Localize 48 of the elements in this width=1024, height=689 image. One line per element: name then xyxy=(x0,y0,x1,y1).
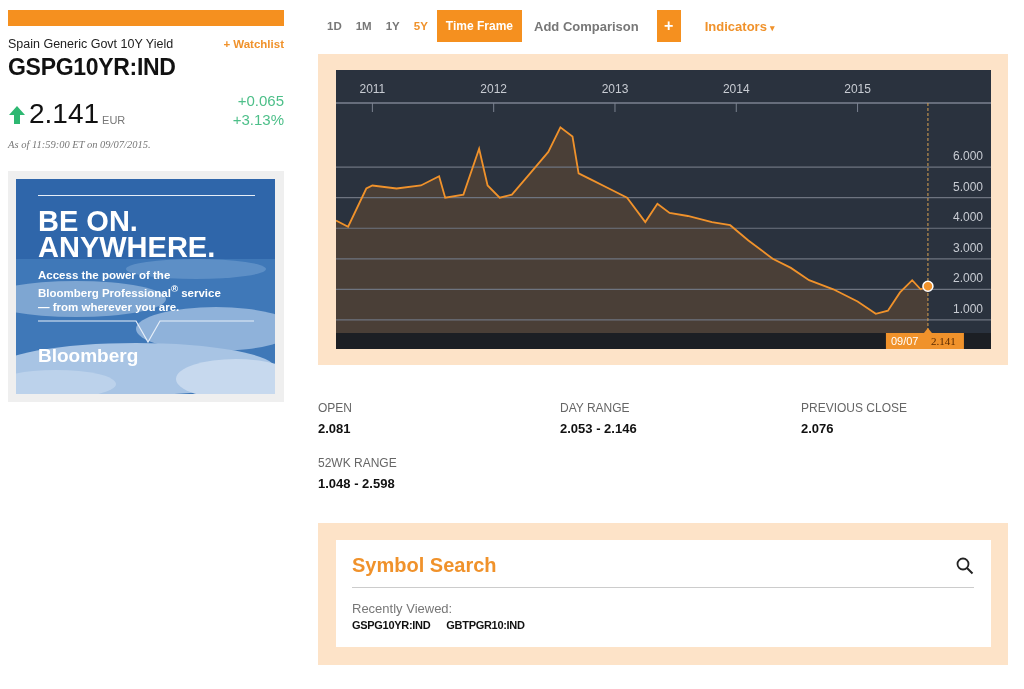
stat-label: OPEN xyxy=(318,401,353,415)
y-axis-label: 4.000 xyxy=(952,210,983,225)
stat-value: 2.053 - 2.146 xyxy=(560,421,638,436)
recent-symbol-link[interactable]: GSPG10YR:IND xyxy=(352,619,431,631)
caret-icon: ▾ xyxy=(770,22,776,33)
range-tab[interactable]: 1Y xyxy=(380,16,405,36)
brand-name: Bloomberg xyxy=(38,344,140,367)
stat-value: 2.076 xyxy=(801,421,835,436)
x-axis-label: 2011 xyxy=(359,82,386,96)
y-axis-label: 1.000 xyxy=(952,301,983,316)
y-axis-label: 5.000 xyxy=(952,179,983,194)
stat-label: DAY RANGE xyxy=(560,401,631,415)
stat-label: 52WK RANGE xyxy=(318,456,398,470)
stat-value: 2.081 xyxy=(318,421,352,436)
currency-label: EUR xyxy=(102,114,126,126)
x-axis-label: 2012 xyxy=(480,82,508,96)
range-tab[interactable]: 1M xyxy=(350,16,377,36)
change-value: +0.065 xyxy=(236,91,284,110)
flag-value: 2.141 xyxy=(930,335,956,347)
flag-date: 09/07 xyxy=(890,335,919,347)
recent-label: Recently Viewed: xyxy=(352,601,454,616)
range-tab[interactable]: 1D xyxy=(322,16,347,36)
y-axis-label: 2.000 xyxy=(952,271,983,286)
indicators-button[interactable]: Indicators ▾ xyxy=(698,17,782,35)
x-axis-label: 2015 xyxy=(844,82,871,96)
x-axis-label: 2013 xyxy=(601,82,629,96)
watchlist-link[interactable]: + Watchlist xyxy=(223,38,284,50)
time-frame-button[interactable]: Time Frame xyxy=(436,10,522,42)
search-icon[interactable] xyxy=(956,556,974,575)
add-comparison-button[interactable]: Add Comparison xyxy=(526,12,647,40)
ad-text: Access the power of the Bloomberg Professional$^{®}$ service — from wherever you are. xyxy=(38,268,222,314)
recent-symbol-link[interactable]: GBTPGR10:IND xyxy=(446,619,525,631)
stat-value: 1.048 - 2.598 xyxy=(318,476,396,491)
range-tab[interactable]: 5Y xyxy=(408,16,433,36)
x-axis-label: 2014 xyxy=(722,82,750,96)
current-point xyxy=(922,280,934,292)
ad-headline: BE ON. xyxy=(38,208,139,234)
price-value: 2.141 xyxy=(29,99,100,129)
instrument-name: Spain Generic Govt 10Y Yield xyxy=(8,37,174,51)
add-button[interactable]: + xyxy=(656,10,681,42)
ticker-symbol: GSPG10YR:IND xyxy=(8,54,177,81)
search-title: Symbol Search xyxy=(352,554,497,577)
y-axis-label: 6.000 xyxy=(952,149,983,164)
y-axis-label: 3.000 xyxy=(952,240,983,255)
change-percent: +3.13% xyxy=(232,110,284,129)
timestamp: As of 11:59:00 ET on 09/07/2015. xyxy=(8,139,152,150)
stat-label: PREVIOUS CLOSE xyxy=(801,401,909,415)
ad-headline: ANYWHERE. xyxy=(38,234,217,260)
